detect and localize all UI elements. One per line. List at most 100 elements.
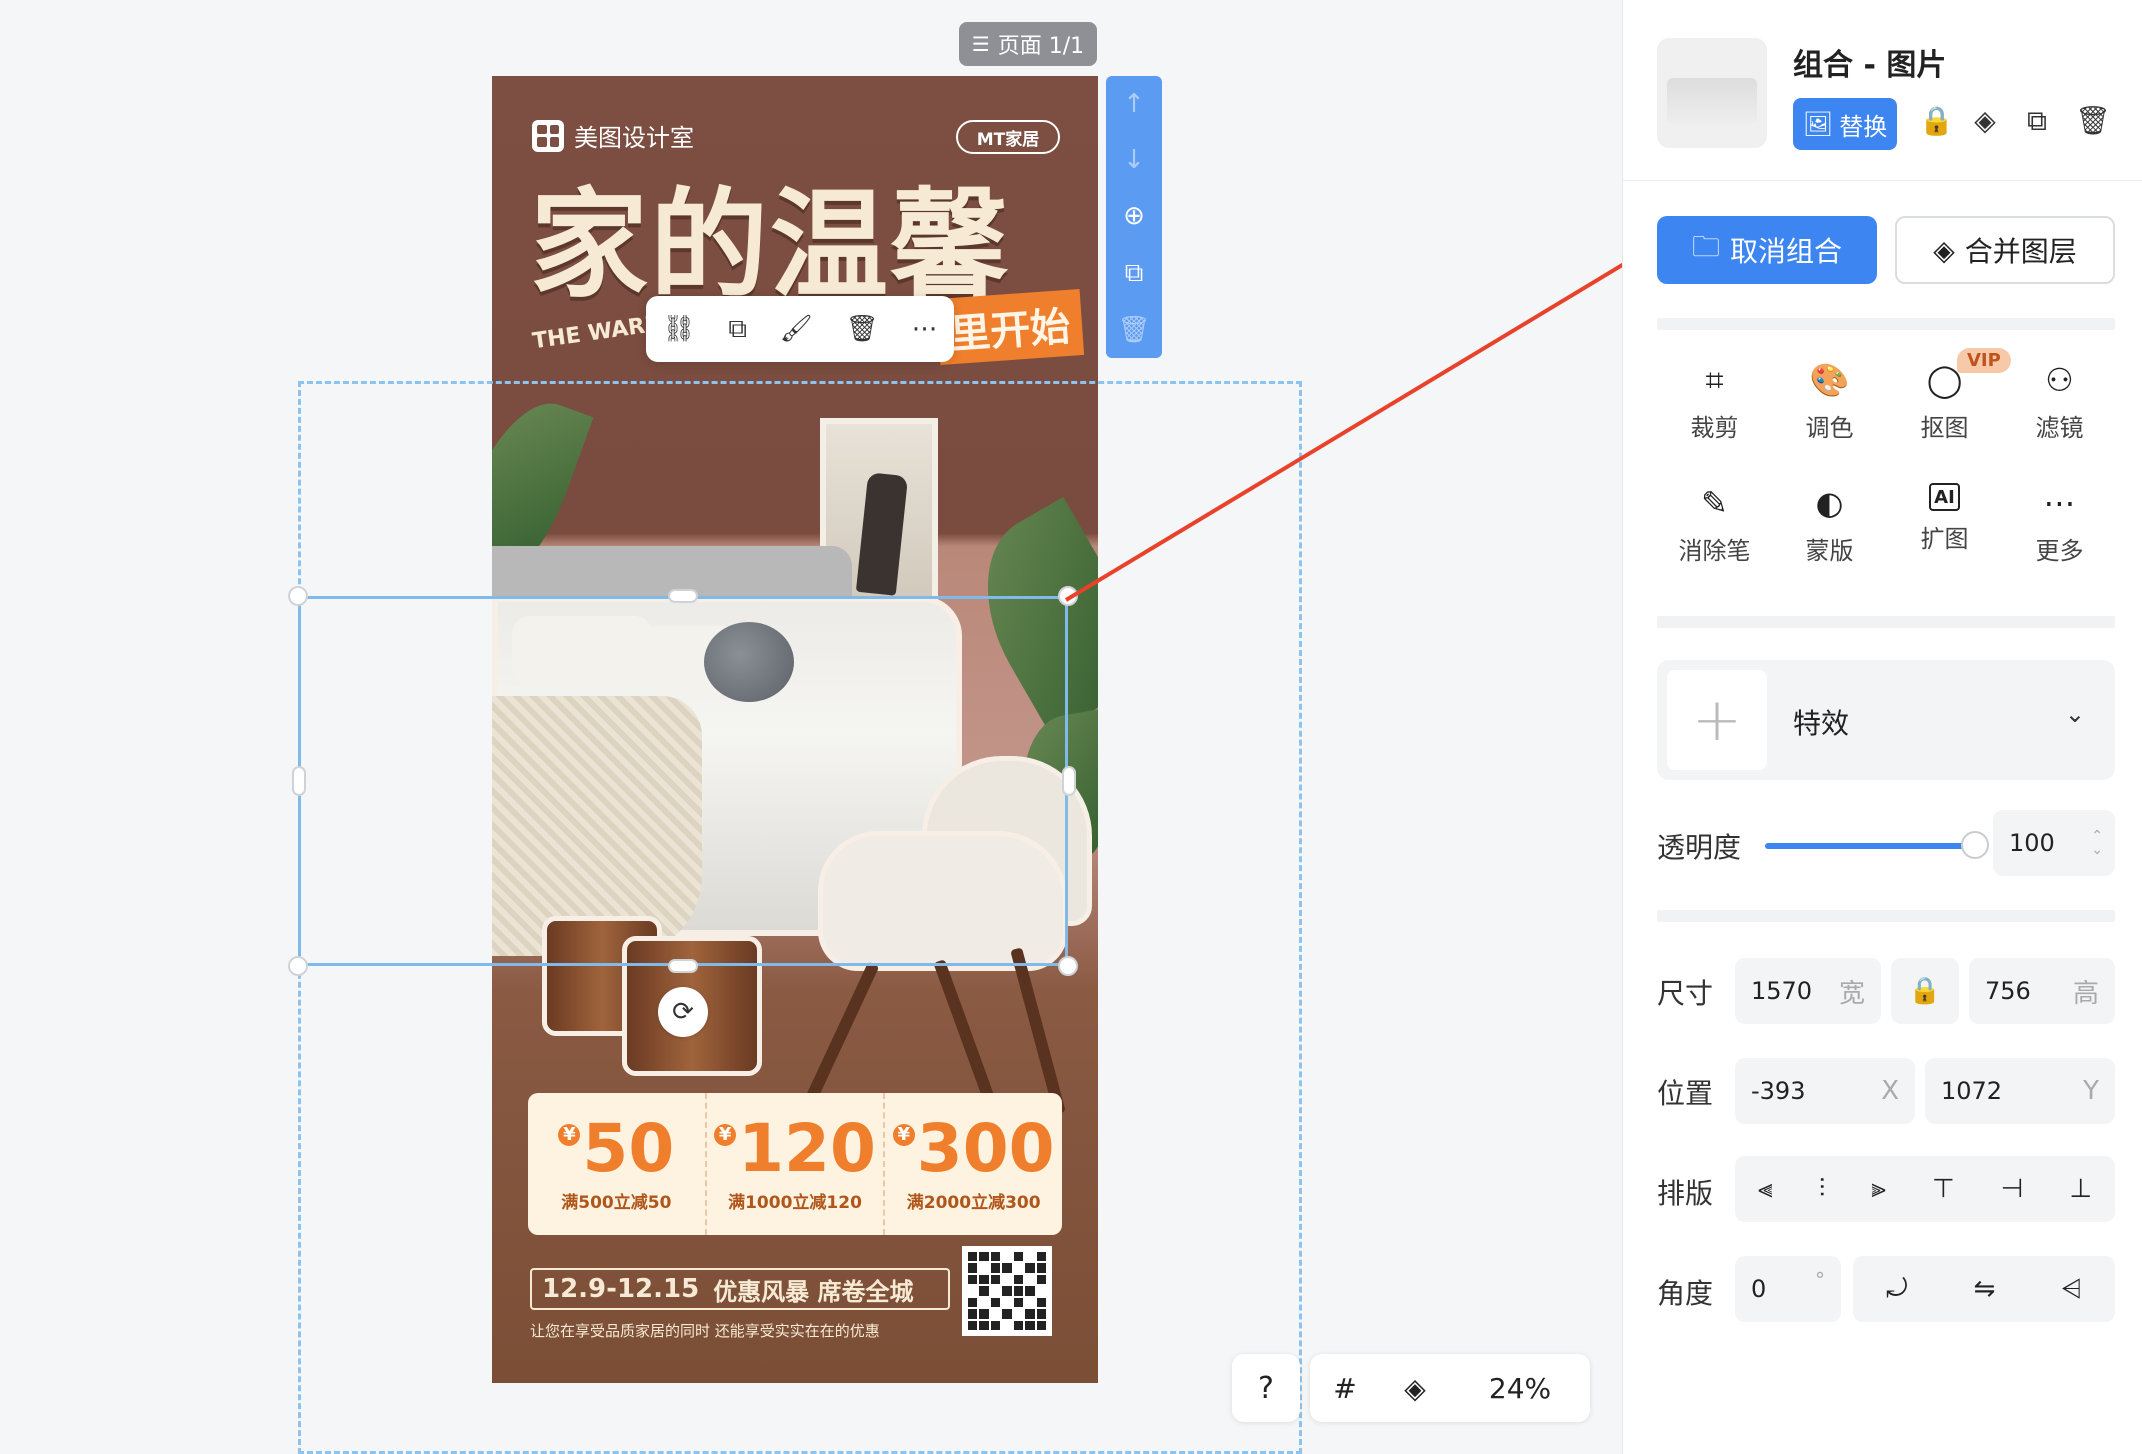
trash-icon[interactable]: 🗑 xyxy=(846,314,879,344)
poster-artboard[interactable]: 美图设计室 MT家居 家的温馨 THE WARM 里开始 ¥50 满500立减5… xyxy=(492,76,1098,1383)
coupon-3[interactable]: ¥300 满2000立减300 xyxy=(885,1093,1062,1235)
merge-layers-label: 合并图层 xyxy=(1964,235,2077,268)
resize-handle-bottom[interactable] xyxy=(668,959,698,973)
ungroup-label: 取消组合 xyxy=(1730,235,1843,268)
coupon-condition: 满1000立减120 xyxy=(728,1192,862,1213)
opacity-slider-knob[interactable] xyxy=(1961,831,1989,859)
fine-print[interactable]: 让您在享受品质家居的同时 还能享受实实在在的优惠 xyxy=(530,1320,880,1341)
replace-button[interactable]: 🖼 替换 xyxy=(1793,98,1897,150)
tool-mask[interactable]: ◐ 蒙版 xyxy=(1772,483,1887,566)
align-middle-v-icon[interactable]: ⊣ xyxy=(2001,1174,2024,1204)
more-icon[interactable]: ⋯ xyxy=(912,314,938,344)
resize-handle-top-right[interactable] xyxy=(1058,586,1078,606)
coupon-amount: 300 xyxy=(916,1109,1055,1187)
flip-horizontal-icon[interactable]: ⇋ xyxy=(1974,1274,1996,1304)
align-bottom-icon[interactable]: ⊥ xyxy=(2069,1174,2092,1204)
poster-title[interactable]: 家的温馨 xyxy=(530,186,1010,304)
tool-label: 扩图 xyxy=(1920,525,1969,553)
trash-icon[interactable]: 🗑 xyxy=(1117,315,1150,345)
unlink-icon[interactable]: ⛓ xyxy=(662,314,695,344)
tool-label: 更多 xyxy=(2035,537,2084,565)
angle-suffix: ° xyxy=(1815,1268,1825,1292)
effects-dropdown[interactable]: + 特效 ⌄ xyxy=(1657,660,2115,780)
align-top-icon[interactable]: ⊤ xyxy=(1932,1174,1955,1204)
duplicate-icon[interactable]: ⧉ xyxy=(728,314,747,345)
eraser-icon: ✎ xyxy=(1701,484,1728,522)
resize-handle-bottom-right[interactable] xyxy=(1058,956,1078,976)
filter-icon: ⚇ xyxy=(2045,361,2074,399)
angle-input[interactable]: 0 ° xyxy=(1735,1256,1841,1322)
qr-code-icon[interactable] xyxy=(962,1246,1052,1336)
design-canvas[interactable]: ☰ 页面 1/1 美图设计室 MT家居 家的温馨 THE WARM 里开始 ¥5 xyxy=(0,0,1622,1454)
crop-icon: ⌗ xyxy=(1705,360,1724,399)
tool-more[interactable]: ⋯ 更多 xyxy=(2002,483,2117,566)
rotate-90-icon[interactable]: ⤾ xyxy=(1886,1274,1908,1305)
plus-icon[interactable]: + xyxy=(1667,670,1767,770)
tool-ai-expand[interactable]: AI 扩图 xyxy=(1887,483,2002,566)
align-center-h-icon[interactable]: ⫶ xyxy=(1819,1174,1826,1205)
merge-layers-button[interactable]: ◈ 合并图层 xyxy=(1895,216,2115,284)
resize-handle-top[interactable] xyxy=(668,589,698,603)
arrow-up-icon[interactable]: ↑ xyxy=(1123,89,1145,119)
page-indicator-label: 页面 1/1 xyxy=(997,34,1085,59)
mt-badge: MT家居 xyxy=(956,120,1060,154)
brand-name: 美图设计室 xyxy=(574,124,694,152)
pillow xyxy=(512,616,652,686)
zoom-level[interactable]: 24% xyxy=(1450,1372,1590,1405)
flip-vertical-icon[interactable]: ⩤ xyxy=(2061,1274,2082,1305)
grid-icon[interactable]: # xyxy=(1310,1372,1380,1405)
bottom-toolbar: # ◈ 24% xyxy=(1310,1354,1590,1422)
panel-head-actions: 🔒 ◈ ⧉ 🗑 xyxy=(1919,104,2111,138)
coupon-condition: 满500立减50 xyxy=(561,1192,672,1213)
opacity-input[interactable]: 100 ⌃ ⌄ xyxy=(1993,810,2115,876)
y-value: 1072 xyxy=(1941,1077,2003,1105)
duplicate-icon[interactable]: ⧉ xyxy=(2023,104,2051,138)
layers-icon[interactable]: ◈ xyxy=(1380,1372,1450,1405)
lock-icon[interactable]: 🔒 xyxy=(1919,104,1954,138)
page-indicator[interactable]: ☰ 页面 1/1 xyxy=(959,22,1097,66)
image-replace-icon: 🖼 xyxy=(1802,110,1834,138)
date-promo-box[interactable]: 12.9-12.15 优惠风暴 席卷全城 xyxy=(530,1268,950,1310)
resize-handle-bottom-left[interactable] xyxy=(288,956,308,976)
ungroup-button[interactable]: 🗀 取消组合 xyxy=(1657,216,1877,284)
resize-handle-left[interactable] xyxy=(292,766,306,796)
opacity-slider[interactable] xyxy=(1765,843,1973,849)
transform-toolbar: ⤾ ⇋ ⩤ xyxy=(1853,1256,2115,1322)
align-left-icon[interactable]: ⫷ xyxy=(1758,1174,1773,1205)
coupon-1[interactable]: ¥50 满500立减50 xyxy=(528,1093,707,1235)
width-value: 1570 xyxy=(1751,977,1813,1005)
effects-label: 特效 xyxy=(1793,707,1850,740)
armchair-seat[interactable] xyxy=(818,831,1068,971)
resize-handle-top-left[interactable] xyxy=(288,586,308,606)
arrow-down-icon[interactable]: ↓ xyxy=(1123,145,1145,175)
coupon-condition: 满2000立减300 xyxy=(906,1192,1041,1213)
height-value: 756 xyxy=(1985,977,2031,1005)
x-input[interactable]: -393 X xyxy=(1735,1058,1915,1124)
tool-color-adjust[interactable]: 🎨 调色 xyxy=(1772,360,1887,443)
leaf-image-right[interactable] xyxy=(950,496,1098,736)
trash-icon[interactable]: 🗑 xyxy=(2075,104,2111,138)
tool-eraser[interactable]: ✎ 消除笔 xyxy=(1657,483,1772,566)
tool-label: 消除笔 xyxy=(1678,537,1751,565)
resize-handle-right[interactable] xyxy=(1062,766,1076,796)
poster-tag[interactable]: 里开始 xyxy=(935,289,1085,365)
width-input[interactable]: 1570 宽 xyxy=(1735,958,1881,1024)
coupon-2[interactable]: ¥120 满1000立减120 xyxy=(707,1093,886,1235)
format-painter-icon[interactable]: 🖌 xyxy=(780,314,813,344)
layers-icon[interactable]: ◈ xyxy=(1971,104,1999,138)
tool-cutout[interactable]: VIP ◯ 抠图 xyxy=(1887,348,2011,443)
help-icon[interactable]: ? xyxy=(1232,1354,1300,1422)
duplicate-icon[interactable]: ⧉ xyxy=(1125,258,1144,289)
height-input[interactable]: 756 高 xyxy=(1969,958,2115,1024)
tool-filter[interactable]: ⚇ 滤镜 xyxy=(2002,360,2117,443)
aspect-lock-icon[interactable]: 🔒 xyxy=(1891,958,1959,1024)
chevron-down-icon[interactable]: ⌄ xyxy=(2065,700,2085,728)
stepper-icon[interactable]: ⌃ ⌄ xyxy=(2091,829,2103,857)
divider xyxy=(1623,180,2142,181)
add-circle-icon[interactable]: ⊕ xyxy=(1123,201,1145,231)
tool-crop[interactable]: ⌗ 裁剪 xyxy=(1657,360,1772,443)
rotate-icon[interactable]: ⟳ xyxy=(658,987,708,1037)
y-input[interactable]: 1072 Y xyxy=(1925,1058,2115,1124)
align-right-icon[interactable]: ⫸ xyxy=(1871,1174,1886,1205)
coupon-bar[interactable]: ¥50 满500立减50 ¥120 满1000立减120 ¥300 满2000立… xyxy=(528,1093,1062,1235)
